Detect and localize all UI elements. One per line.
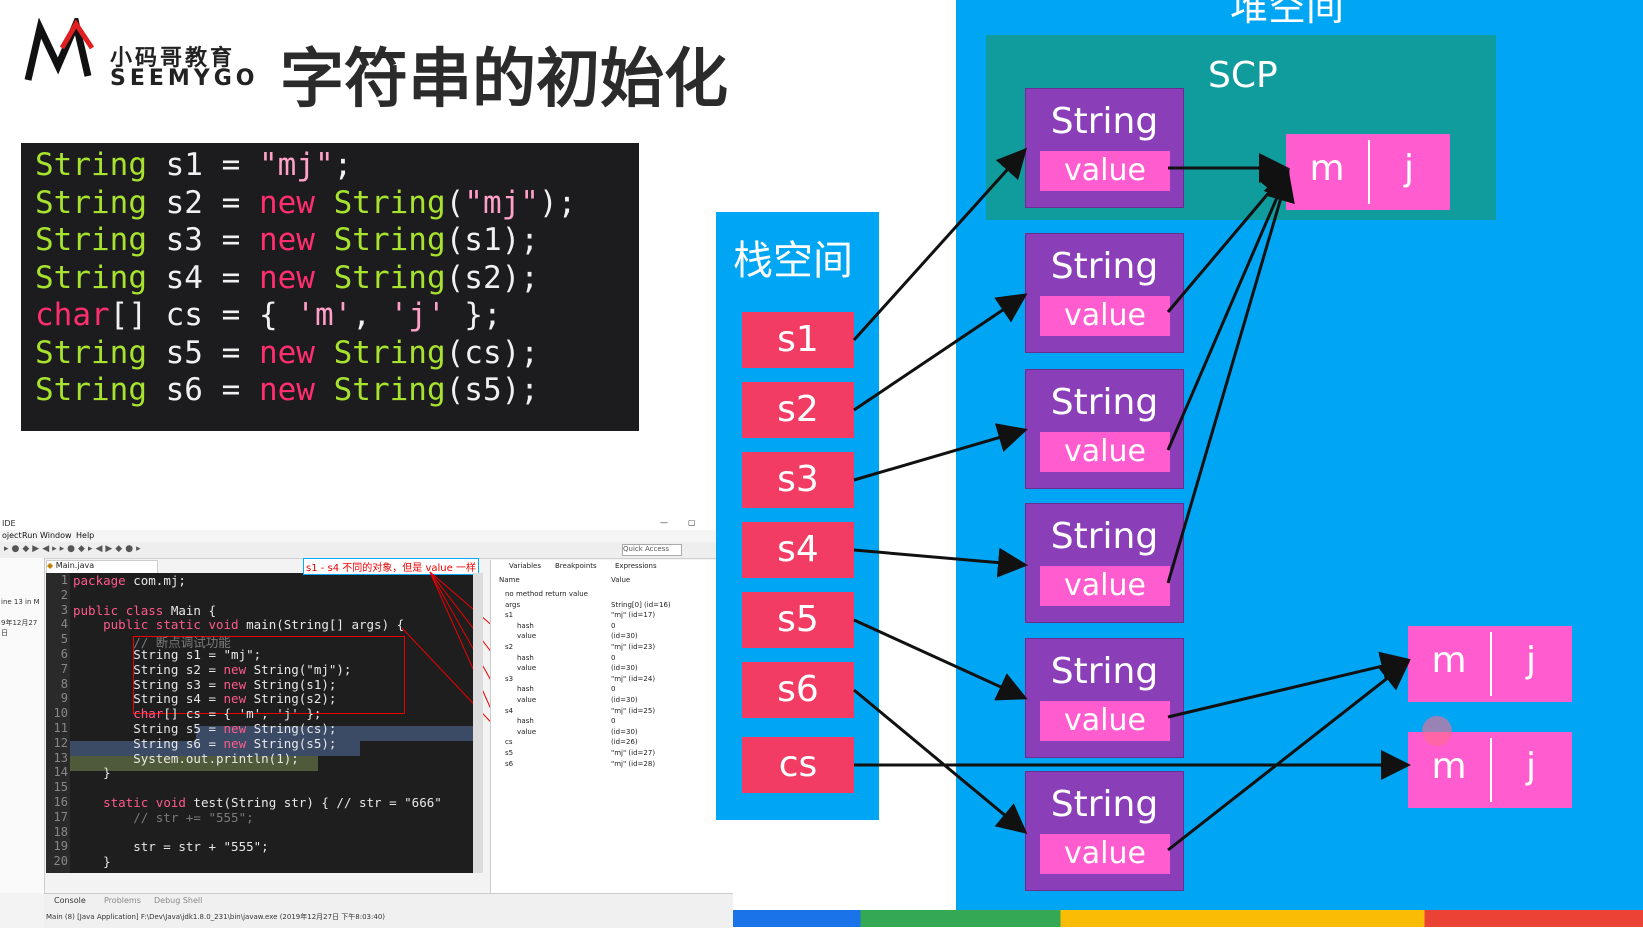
bottom-color-strip bbox=[733, 910, 1643, 927]
line-number: 17 bbox=[53, 809, 68, 824]
editor-code-line: } bbox=[73, 765, 111, 781]
editor-code-line: package com.mj; bbox=[73, 573, 186, 588]
editor-code-line: String s4 = new String(s2); bbox=[73, 691, 337, 707]
line-number: 9 bbox=[60, 691, 68, 706]
editor-code-line: System.out.println(1); bbox=[73, 750, 299, 766]
line-number: 12 bbox=[53, 735, 68, 750]
line-number: 16 bbox=[53, 795, 68, 809]
line-number: 14 bbox=[53, 765, 68, 780]
editor-code-line: String s6 = new String(s5); bbox=[73, 735, 337, 751]
editor-code-line: static void test(String str) { // str = … bbox=[103, 795, 442, 810]
line-number: 15 bbox=[53, 780, 68, 795]
editor-code-line: String s5 = new String(cs); bbox=[73, 721, 337, 736]
line-number: 11 bbox=[53, 721, 68, 735]
line-number: 4 bbox=[60, 617, 68, 632]
line-number: 1 bbox=[60, 573, 68, 587]
line-number: 13 bbox=[53, 750, 68, 765]
editor-code-line: public class Main { bbox=[73, 602, 217, 618]
line-number: 10 bbox=[53, 706, 68, 721]
line-number: 19 bbox=[53, 839, 68, 854]
line-number: 8 bbox=[60, 676, 68, 691]
editor-code-line: char[] cs = { 'm', 'j' }; bbox=[133, 706, 322, 722]
line-number: 3 bbox=[60, 602, 68, 617]
line-number: 7 bbox=[60, 661, 68, 676]
line-number: 5 bbox=[60, 632, 68, 647]
cursor-highlight bbox=[1422, 716, 1452, 746]
editor-code-line: String s3 = new String(s1); bbox=[73, 676, 337, 692]
editor-code-line: String s1 = "mj"; bbox=[73, 647, 262, 662]
editor-code-line: public static void main(String[] args) { bbox=[103, 617, 405, 633]
editor-code-line: // str += "555"; bbox=[73, 809, 254, 825]
editor-code-line: } bbox=[73, 854, 111, 870]
line-number: 20 bbox=[53, 854, 68, 869]
line-number: 2 bbox=[60, 587, 68, 602]
editor-code-line: str = str + "555"; bbox=[73, 839, 269, 855]
line-number: 18 bbox=[53, 824, 68, 839]
editor-code-line: String s2 = new String("mj"); bbox=[73, 661, 352, 677]
reference-arrows bbox=[852, 147, 1411, 852]
line-number: 6 bbox=[60, 647, 68, 661]
